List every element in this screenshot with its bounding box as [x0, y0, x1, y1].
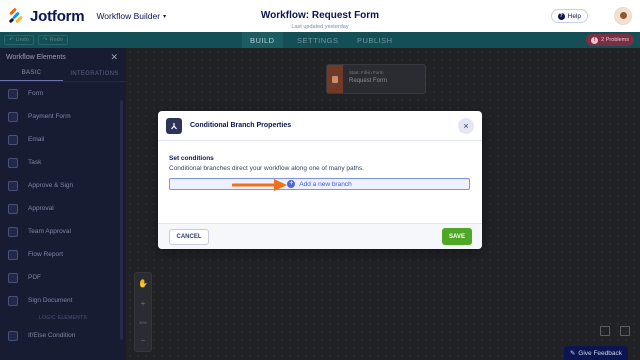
- modal-title: Conditional Branch Properties: [190, 122, 292, 129]
- modal-header: Conditional Branch Properties ×: [158, 111, 482, 141]
- builder-label: Workflow Builder: [96, 11, 161, 21]
- approval-icon: [8, 203, 18, 214]
- redo-button[interactable]: ↷ Redo: [38, 35, 68, 45]
- redo-icon: ↷: [43, 37, 48, 43]
- add-branch-button[interactable]: + Add a new branch: [169, 178, 470, 190]
- save-button[interactable]: SAVE: [442, 228, 472, 245]
- element-label: Flow Report: [28, 251, 64, 258]
- element-team-approval[interactable]: Team Approval: [0, 220, 126, 243]
- email-icon: [8, 134, 18, 145]
- form-icon: [8, 88, 18, 99]
- task-icon: [8, 157, 18, 168]
- zoom-out-icon[interactable]: −: [141, 336, 146, 345]
- redo-label: Redo: [49, 37, 63, 43]
- element-label: PDF: [28, 274, 41, 281]
- feedback-icon: ✎: [569, 350, 576, 357]
- give-feedback-button[interactable]: ✎ Give Feedback: [563, 346, 628, 360]
- tab-basic[interactable]: BASIC: [0, 66, 63, 81]
- node-kind: Start: Fill-in Form: [349, 70, 384, 75]
- jotform-logo[interactable]: Jotform: [8, 7, 85, 25]
- node-name: Request Form: [349, 78, 388, 84]
- element-label: Task: [28, 159, 42, 166]
- hand-tool-icon[interactable]: ✋: [138, 279, 148, 288]
- plus-icon: +: [287, 180, 296, 188]
- element-label: Sign Document: [28, 297, 73, 304]
- flow-report-icon: [8, 249, 18, 260]
- element-approve-sign[interactable]: Approve & Sign: [0, 174, 126, 197]
- panel-scrollbar[interactable]: [120, 100, 123, 340]
- undo-button[interactable]: ↶ Undo: [4, 35, 34, 45]
- branch-icon: [166, 117, 182, 134]
- top-header: Jotform Workflow Builder ▾ Workflow: Req…: [0, 0, 640, 32]
- grid-view-icon[interactable]: [600, 326, 610, 336]
- help-button[interactable]: ? Help: [550, 9, 588, 23]
- cancel-button[interactable]: CANCEL: [169, 229, 209, 245]
- conditional-branch-modal: Conditional Branch Properties × Set cond…: [158, 111, 482, 249]
- element-label: Approve & Sign: [28, 182, 74, 189]
- zoom-level: 30%: [138, 319, 147, 325]
- elements-list: Form Payment Form Email Task Approve & S…: [0, 82, 126, 347]
- sign-document-icon: [8, 295, 18, 306]
- zoom-controls: ✋ + 30% −: [134, 272, 152, 352]
- team-approval-icon: [8, 226, 18, 237]
- feedback-label: Give Feedback: [578, 349, 622, 357]
- element-label: If/Else Condition: [28, 332, 76, 339]
- alert-icon: !: [591, 36, 599, 44]
- close-panel-icon[interactable]: ✕: [110, 52, 118, 63]
- element-task[interactable]: Task: [0, 151, 126, 174]
- builder-selector[interactable]: Workflow Builder ▾: [96, 11, 166, 21]
- form-node-icon: [327, 65, 343, 93]
- modal-body: Set conditions Conditional branches dire…: [158, 141, 482, 223]
- element-label: Payment Form: [28, 113, 71, 120]
- modal-footer: CANCEL SAVE: [158, 223, 482, 249]
- payment-form-icon: [8, 111, 18, 122]
- pointer-arrow-icon: [232, 179, 287, 191]
- start-form-node[interactable]: Start: Fill-in Form Request Form: [326, 64, 426, 94]
- condition-icon: [8, 330, 18, 341]
- pdf-icon: [8, 272, 18, 283]
- question-icon: ?: [557, 12, 565, 20]
- problems-label: 2 Problems: [601, 37, 629, 43]
- help-label: Help: [567, 12, 581, 20]
- panel-tabs: BASIC INTEGRATIONS: [0, 66, 126, 82]
- add-branch-label: Add a new branch: [299, 180, 352, 188]
- close-icon[interactable]: ×: [458, 118, 474, 134]
- user-avatar[interactable]: [614, 7, 632, 25]
- approve-sign-icon: [8, 180, 18, 191]
- logo-text: Jotform: [30, 7, 85, 25]
- undo-icon: ↶: [9, 37, 14, 43]
- view-controls: [600, 326, 630, 336]
- undo-label: Undo: [15, 37, 29, 43]
- element-flow-report[interactable]: Flow Report: [0, 243, 126, 266]
- conditions-description: Conditional branches direct your workflo…: [169, 165, 365, 172]
- set-conditions-heading: Set conditions: [169, 155, 214, 162]
- element-label: Email: [28, 136, 45, 143]
- element-approval[interactable]: Approval: [0, 197, 126, 220]
- element-label: Form: [28, 90, 44, 97]
- element-label: Approval: [28, 205, 54, 212]
- tab-integrations[interactable]: INTEGRATIONS: [63, 66, 126, 81]
- workflow-title[interactable]: Workflow: Request Form: [261, 10, 379, 21]
- element-payment-form[interactable]: Payment Form: [0, 105, 126, 128]
- last-updated-text: Last updated yesterday: [291, 24, 349, 30]
- element-form[interactable]: Form: [0, 82, 126, 105]
- problems-badge[interactable]: ! 2 Problems: [586, 34, 634, 46]
- minimap-icon[interactable]: [620, 326, 630, 336]
- tab-publish[interactable]: PUBLISH: [357, 32, 393, 48]
- chevron-down-icon: ▾: [163, 13, 167, 20]
- jotform-logo-icon: [8, 7, 26, 25]
- element-if-else-condition[interactable]: If/Else Condition: [0, 324, 126, 347]
- panel-header: Workflow Elements ✕: [0, 48, 126, 66]
- panel-title: Workflow Elements: [6, 53, 66, 61]
- tab-build[interactable]: BUILD: [242, 32, 283, 48]
- zoom-in-icon[interactable]: +: [141, 299, 146, 308]
- logic-elements-heading: LOGIC ELEMENTS: [38, 315, 88, 321]
- tab-settings[interactable]: SETTINGS: [297, 32, 339, 48]
- element-sign-document[interactable]: Sign Document: [0, 289, 126, 312]
- element-label: Team Approval: [28, 228, 71, 235]
- builder-toolbar: ↶ Undo ↷ Redo BUILD SETTINGS PUBLISH ! 2…: [0, 32, 640, 48]
- element-email[interactable]: Email: [0, 128, 126, 151]
- element-pdf[interactable]: PDF: [0, 266, 126, 289]
- workflow-elements-panel: Workflow Elements ✕ BASIC INTEGRATIONS F…: [0, 48, 126, 360]
